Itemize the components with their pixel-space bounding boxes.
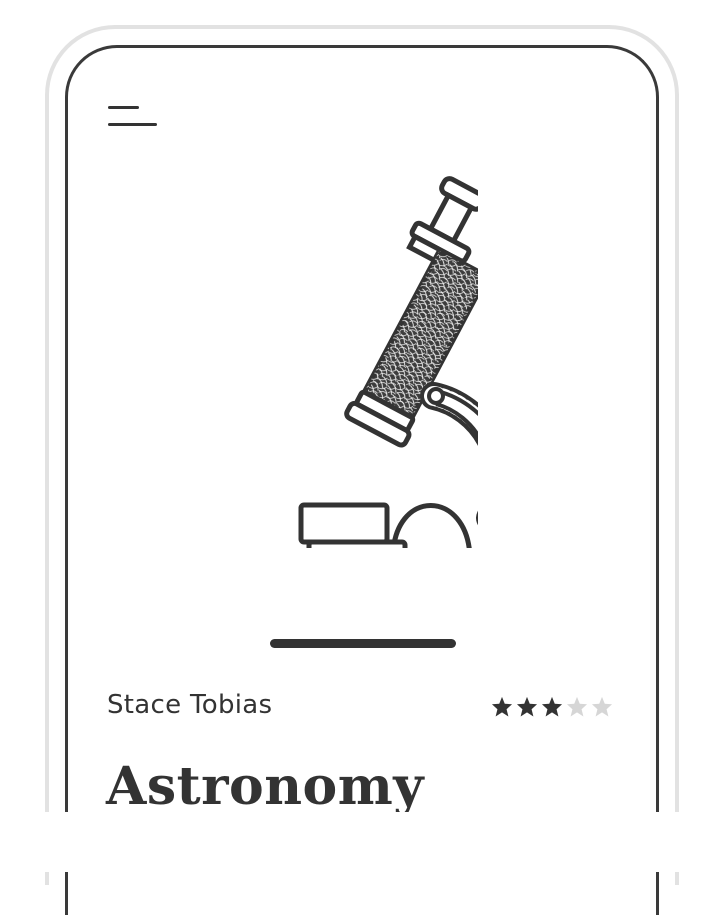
divider xyxy=(270,639,456,648)
screen-crop-edge xyxy=(0,812,720,872)
menu-bar-top xyxy=(108,106,139,109)
menu-bar-bottom xyxy=(108,123,157,126)
star-empty-icon xyxy=(591,696,613,717)
course-title: Astronomy xyxy=(106,756,424,817)
star-empty-icon xyxy=(566,696,588,717)
author-name: Stace Tobias xyxy=(107,690,273,720)
microscope-icon xyxy=(298,176,478,548)
phone-screen: Stace Tobias Astronomy xyxy=(65,45,659,915)
star-rating xyxy=(491,696,613,717)
star-filled-icon xyxy=(491,696,513,717)
hamburger-menu-icon[interactable] xyxy=(108,106,160,132)
star-filled-icon xyxy=(516,696,538,717)
star-filled-icon xyxy=(541,696,563,717)
